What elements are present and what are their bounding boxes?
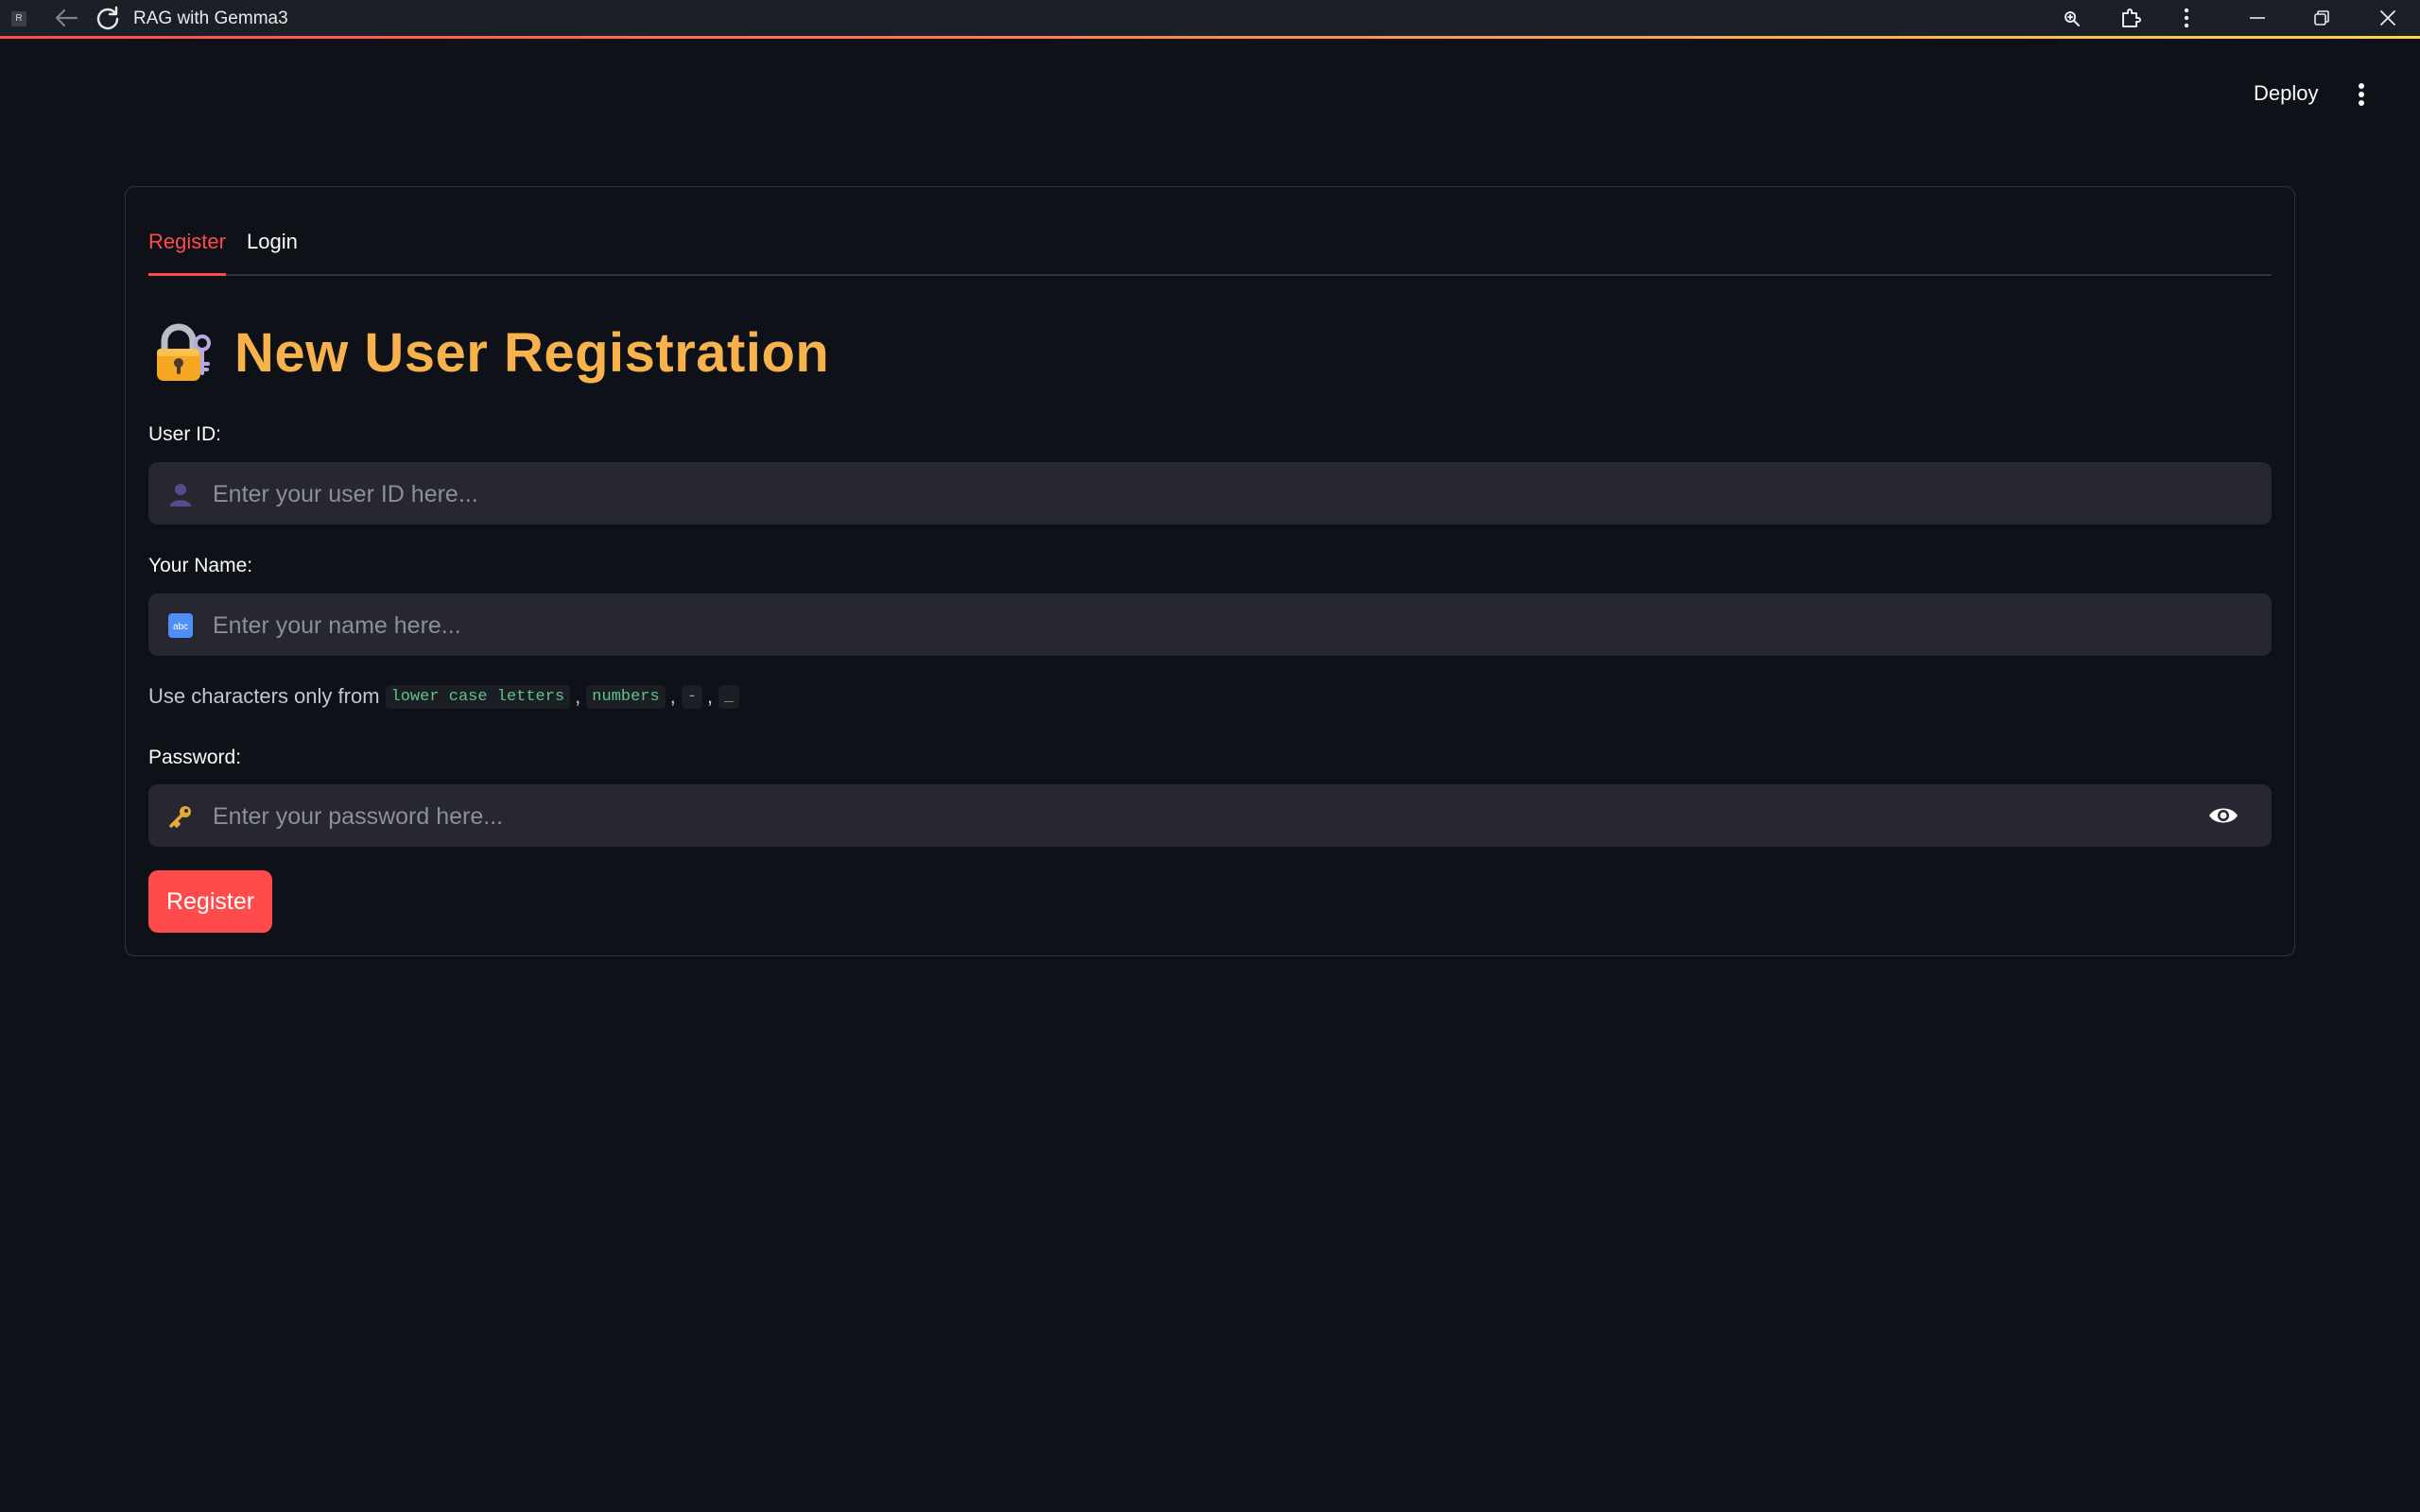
reload-icon[interactable]	[91, 4, 125, 32]
zoom-icon[interactable]	[2059, 6, 2085, 32]
window-titlebar: R RAG with Gemma3	[0, 0, 2420, 36]
hint-token: lower case letters	[385, 684, 571, 709]
tab-login[interactable]: Login	[247, 223, 298, 274]
close-window-icon[interactable]	[2369, 4, 2407, 32]
page-title-text: New User Registration	[234, 322, 830, 384]
user-id-input[interactable]	[211, 462, 2181, 526]
password-label: Password:	[148, 747, 242, 768]
user-id-label: User ID:	[148, 423, 222, 445]
person-silhouette-icon	[167, 481, 194, 507]
hint-token: numbers	[586, 684, 666, 709]
name-field[interactable]: abc	[148, 593, 2272, 658]
back-arrow-icon[interactable]	[49, 4, 83, 32]
titlebar-accent-line	[0, 36, 2420, 39]
password-input[interactable]	[211, 784, 2181, 849]
svg-text:abc: abc	[173, 622, 188, 632]
browser-menu-icon[interactable]	[2172, 4, 2201, 32]
key-icon	[167, 803, 194, 830]
window-title: RAG with Gemma3	[133, 9, 288, 28]
abc-icon: abc	[167, 612, 194, 639]
deploy-button[interactable]: Deploy	[2240, 74, 2331, 113]
minimize-icon[interactable]	[2238, 4, 2276, 32]
register-button[interactable]: Register	[148, 870, 272, 933]
user-id-field[interactable]	[148, 462, 2272, 526]
hint-prefix: Use characters only from	[148, 684, 380, 708]
locked-with-key-icon	[157, 323, 211, 381]
restore-window-icon[interactable]	[2303, 4, 2341, 32]
auth-tabs: Register Login	[148, 223, 2272, 276]
eye-icon[interactable]	[2207, 801, 2239, 830]
hint-token: -	[681, 684, 703, 709]
app-favicon-icon: R	[11, 11, 26, 26]
extensions-icon[interactable]	[2116, 4, 2146, 32]
password-field[interactable]	[148, 784, 2272, 849]
app-main-menu-icon[interactable]	[2344, 76, 2378, 113]
tab-register[interactable]: Register	[148, 223, 226, 276]
character-hint: Use characters only from lower case lett…	[148, 684, 743, 709]
name-label: Your Name:	[148, 555, 253, 576]
hint-token: _	[718, 684, 740, 709]
name-input[interactable]	[211, 593, 2181, 658]
page-title: New User Registration	[151, 321, 829, 385]
